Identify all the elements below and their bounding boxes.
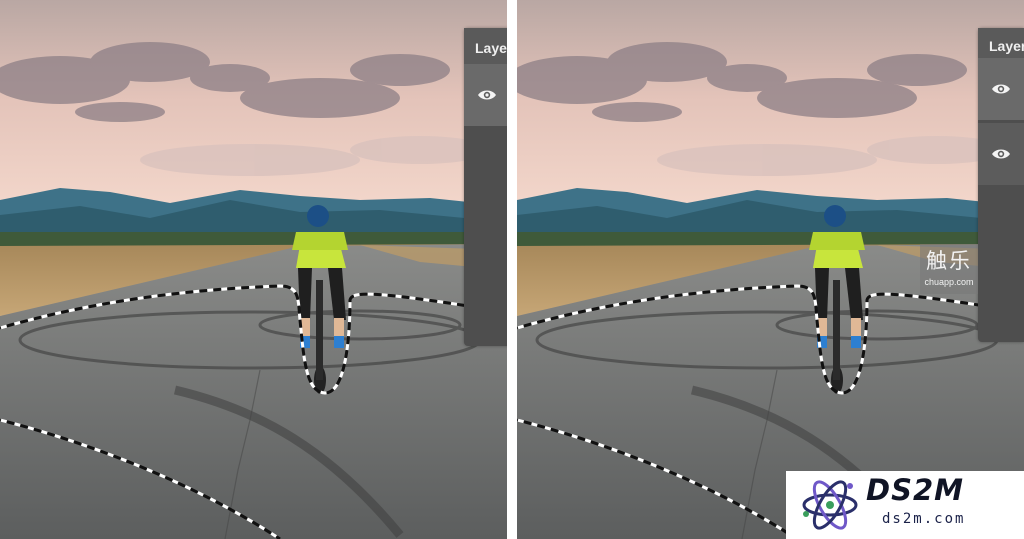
layers-panel-title: Layers [978,28,1024,58]
ds2m-logo-url: ds2m.com [882,511,966,527]
layers-panel: Layers [978,28,1024,342]
ds2m-logo-title: DS2M [866,473,964,507]
layer-row-2[interactable] [978,123,1024,185]
before-screenshot-panel: Layers [0,0,507,539]
cyclist-photo-canvas [0,0,507,539]
layers-panel-title: Layers [464,28,507,64]
eye-icon[interactable] [477,89,497,101]
layer-row-1[interactable] [978,58,1024,120]
eye-icon[interactable] [991,148,1011,160]
watermark-url: chuapp.com [924,277,974,287]
panel-divider [507,0,517,539]
ds2m-watermark: DS2M ds2m.com [786,471,1024,539]
site-watermark: 触乐 chuapp.com [920,244,978,294]
layers-panel: Layers [464,28,507,346]
atom-logo-icon [802,480,858,530]
layer-row-1[interactable] [464,64,507,126]
watermark-glyphs: 触乐 [926,250,972,273]
eye-icon[interactable] [991,83,1011,95]
